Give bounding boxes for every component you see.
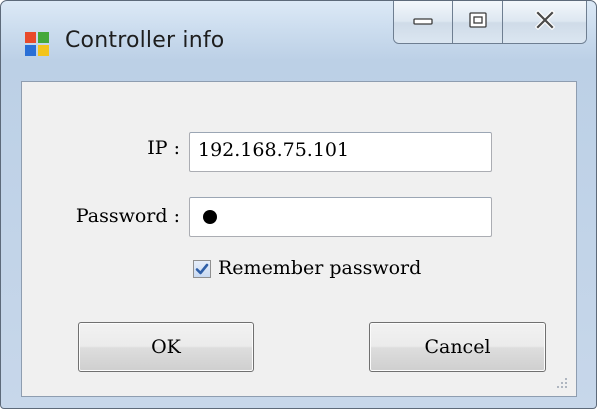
- cancel-button[interactable]: Cancel: [369, 322, 546, 372]
- title-bar[interactable]: Controller info: [1, 1, 596, 73]
- close-button[interactable]: [502, 1, 586, 43]
- close-icon: [534, 9, 556, 35]
- ip-label: IP :: [147, 137, 180, 159]
- password-input[interactable]: [189, 197, 492, 237]
- maximize-icon: [468, 11, 488, 34]
- maximize-button[interactable]: [452, 1, 502, 43]
- ip-input[interactable]: 192.168.75.101: [189, 132, 492, 172]
- remember-password-checkbox[interactable]: [193, 260, 211, 278]
- remember-password-label[interactable]: Remember password: [218, 257, 421, 279]
- ok-button[interactable]: OK: [78, 322, 254, 372]
- windows-app-icon: [24, 31, 50, 57]
- minimize-icon: [412, 13, 434, 32]
- controller-info-dialog: Controller info IP: 192.168.75.101 Pass…: [0, 0, 597, 409]
- minimize-button[interactable]: [394, 1, 452, 43]
- dialog-client-area: IP : 192.168.75.101 Password : Remember …: [21, 81, 577, 397]
- caption-buttons: [393, 1, 587, 44]
- window-title: Controller info: [65, 28, 225, 53]
- password-label: Password :: [75, 205, 180, 227]
- resize-grip-icon[interactable]: [556, 376, 568, 388]
- checkmark-icon: [195, 263, 209, 275]
- password-mask-dot: [203, 210, 217, 224]
